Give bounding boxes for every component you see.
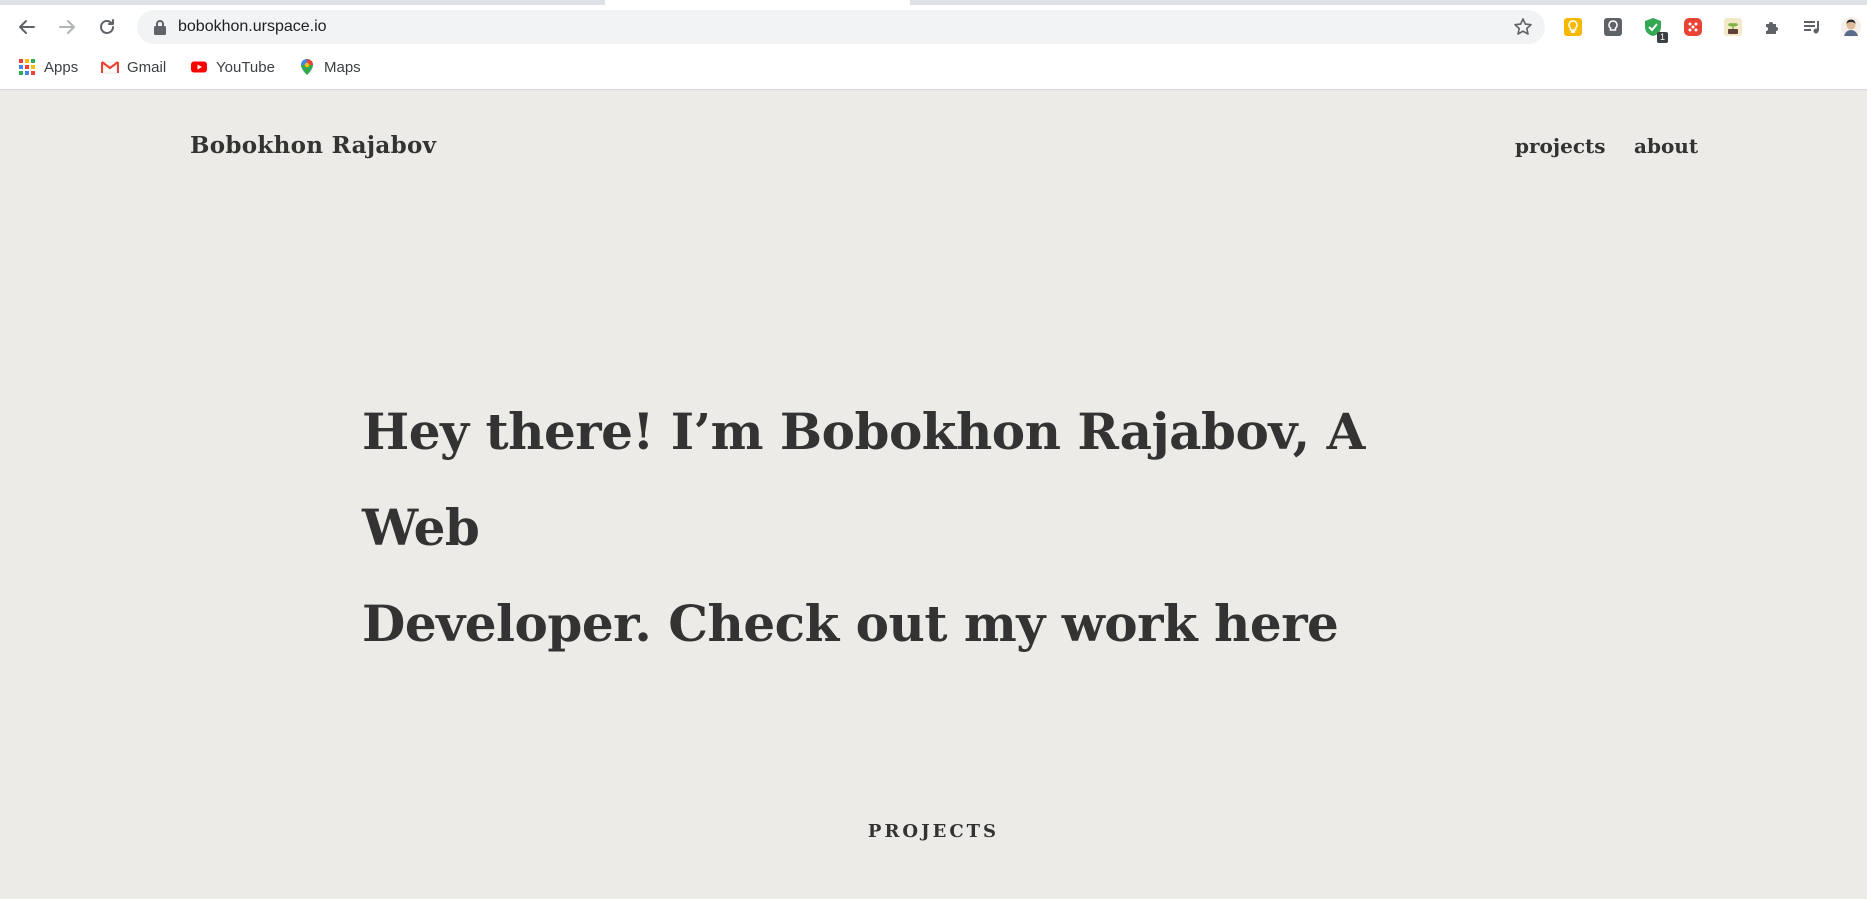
bookmark-gmail[interactable]: Gmail [101,56,166,78]
browser-chrome: bobokhon.urspace.io 1 Apps Gmail YouTube… [0,0,1867,90]
bookmark-label: Maps [324,58,361,76]
reload-icon [100,19,114,34]
hero-line-2: Developer. Check out my work here [362,594,1339,653]
youtube-icon [191,61,207,73]
tab-strip [0,0,1867,5]
keep-extension-icon [1604,18,1622,36]
forward-arrow-icon [59,20,75,34]
maps-icon [301,59,313,75]
url-text[interactable]: bobokhon.urspace.io [178,18,327,36]
plant-extension-button[interactable] [1720,14,1746,40]
reload-button[interactable] [93,13,121,41]
hero-heading: Hey there! I’m Bobokhon Rajabov, A Web D… [362,384,1462,672]
nav-link-projects[interactable]: projects [1515,134,1606,158]
gmail-icon [101,61,119,74]
nav-link-about[interactable]: about [1634,134,1698,158]
extensions-menu-button[interactable] [1760,14,1786,40]
active-tab[interactable] [605,0,910,5]
bookmark-label: YouTube [216,58,275,76]
bookmark-label: Gmail [127,58,167,76]
media-queue-button[interactable] [1799,14,1825,40]
bookmarks-bar: Apps Gmail YouTube Maps [0,52,1867,82]
bookmark-label: Apps [44,58,79,76]
red-extension-icon [1684,18,1702,36]
profile-avatar[interactable] [1838,14,1864,40]
browser-toolbar: bobokhon.urspace.io 1 [0,8,1867,46]
lock-icon [154,20,166,35]
bookmark-maps[interactable]: Maps [298,56,361,78]
hero-line-1: Hey there! I’m Bobokhon Rajabov, A Web [362,402,1365,557]
forward-button[interactable] [53,13,81,41]
shield-extension-button[interactable]: 1 [1640,14,1668,43]
extension-badge: 1 [1656,32,1668,43]
back-button[interactable] [13,13,41,41]
address-bar[interactable]: bobokhon.urspace.io [137,10,1545,44]
apps-grid-icon [19,59,35,75]
bookmark-apps[interactable]: Apps [18,56,78,78]
projects-section-title: PROJECTS [867,821,1000,842]
lightbulb-extension-button[interactable] [1560,14,1586,40]
bookmark-star-icon[interactable] [1513,17,1533,37]
bookmark-youtube[interactable]: YouTube [190,56,275,78]
plant-extension-icon [1724,18,1742,36]
back-arrow-icon [19,20,35,34]
lightbulb-extension-icon [1564,18,1582,36]
red-extension-button[interactable] [1680,14,1706,40]
puzzle-extensions-icon [1766,22,1778,34]
keep-extension-button[interactable] [1600,14,1626,40]
profile-avatar-icon [1841,17,1861,37]
media-queue-icon [1804,21,1819,34]
site-logo-name[interactable]: Bobokhon Rajabov [190,132,436,159]
